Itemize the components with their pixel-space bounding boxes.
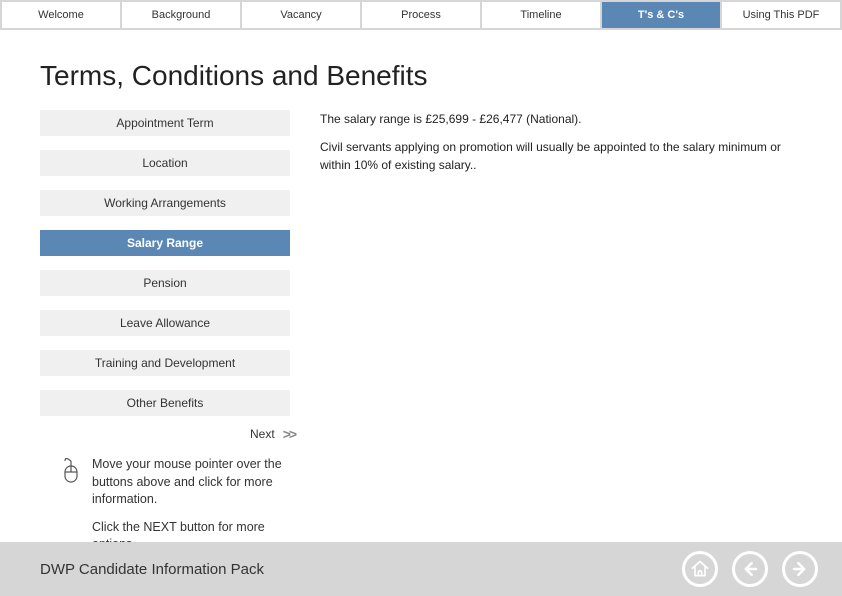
next-arrow-icon: >> (283, 426, 295, 442)
arrow-left-icon (740, 559, 760, 579)
footer-icons (682, 551, 818, 587)
next-label: Next (250, 427, 275, 441)
sidebar-item-training-and-development[interactable]: Training and Development (40, 350, 290, 376)
home-button[interactable] (682, 551, 718, 587)
arrow-right-icon (790, 559, 810, 579)
home-icon (690, 559, 710, 579)
sidebar-item-pension[interactable]: Pension (40, 270, 290, 296)
tab-ts-and-cs[interactable]: T's & C's (602, 2, 720, 28)
footer: DWP Candidate Information Pack (0, 542, 842, 596)
tab-using-this-pdf[interactable]: Using This PDF (722, 2, 840, 28)
top-tab-bar: Welcome Background Vacancy Process Timel… (0, 0, 842, 30)
sidebar-item-working-arrangements[interactable]: Working Arrangements (40, 190, 290, 216)
content-area: Terms, Conditions and Benefits Appointme… (0, 30, 842, 564)
tab-vacancy[interactable]: Vacancy (242, 2, 360, 28)
salary-range-text: The salary range is £25,699 - £26,477 (N… (320, 110, 802, 128)
sidebar-item-leave-allowance[interactable]: Leave Allowance (40, 310, 290, 336)
previous-button[interactable] (732, 551, 768, 587)
next-page-button[interactable] (782, 551, 818, 587)
tab-welcome[interactable]: Welcome (2, 2, 120, 28)
next-button[interactable]: Next >> (250, 426, 290, 442)
tab-background[interactable]: Background (122, 2, 240, 28)
hint-line-1: Move your mouse pointer over the buttons… (92, 456, 300, 509)
tab-timeline[interactable]: Timeline (482, 2, 600, 28)
page-title: Terms, Conditions and Benefits (40, 60, 802, 92)
sidebar: Appointment Term Location Working Arrang… (40, 110, 290, 564)
sidebar-item-salary-range[interactable]: Salary Range (40, 230, 290, 256)
sidebar-item-appointment-term[interactable]: Appointment Term (40, 110, 290, 136)
promotion-note-text: Civil servants applying on promotion wil… (320, 138, 802, 174)
mouse-pointer-icon (60, 458, 80, 486)
body-text: The salary range is £25,699 - £26,477 (N… (320, 110, 802, 564)
footer-title: DWP Candidate Information Pack (40, 561, 264, 578)
sidebar-item-location[interactable]: Location (40, 150, 290, 176)
main-area: Appointment Term Location Working Arrang… (40, 110, 802, 564)
tab-process[interactable]: Process (362, 2, 480, 28)
sidebar-item-other-benefits[interactable]: Other Benefits (40, 390, 290, 416)
